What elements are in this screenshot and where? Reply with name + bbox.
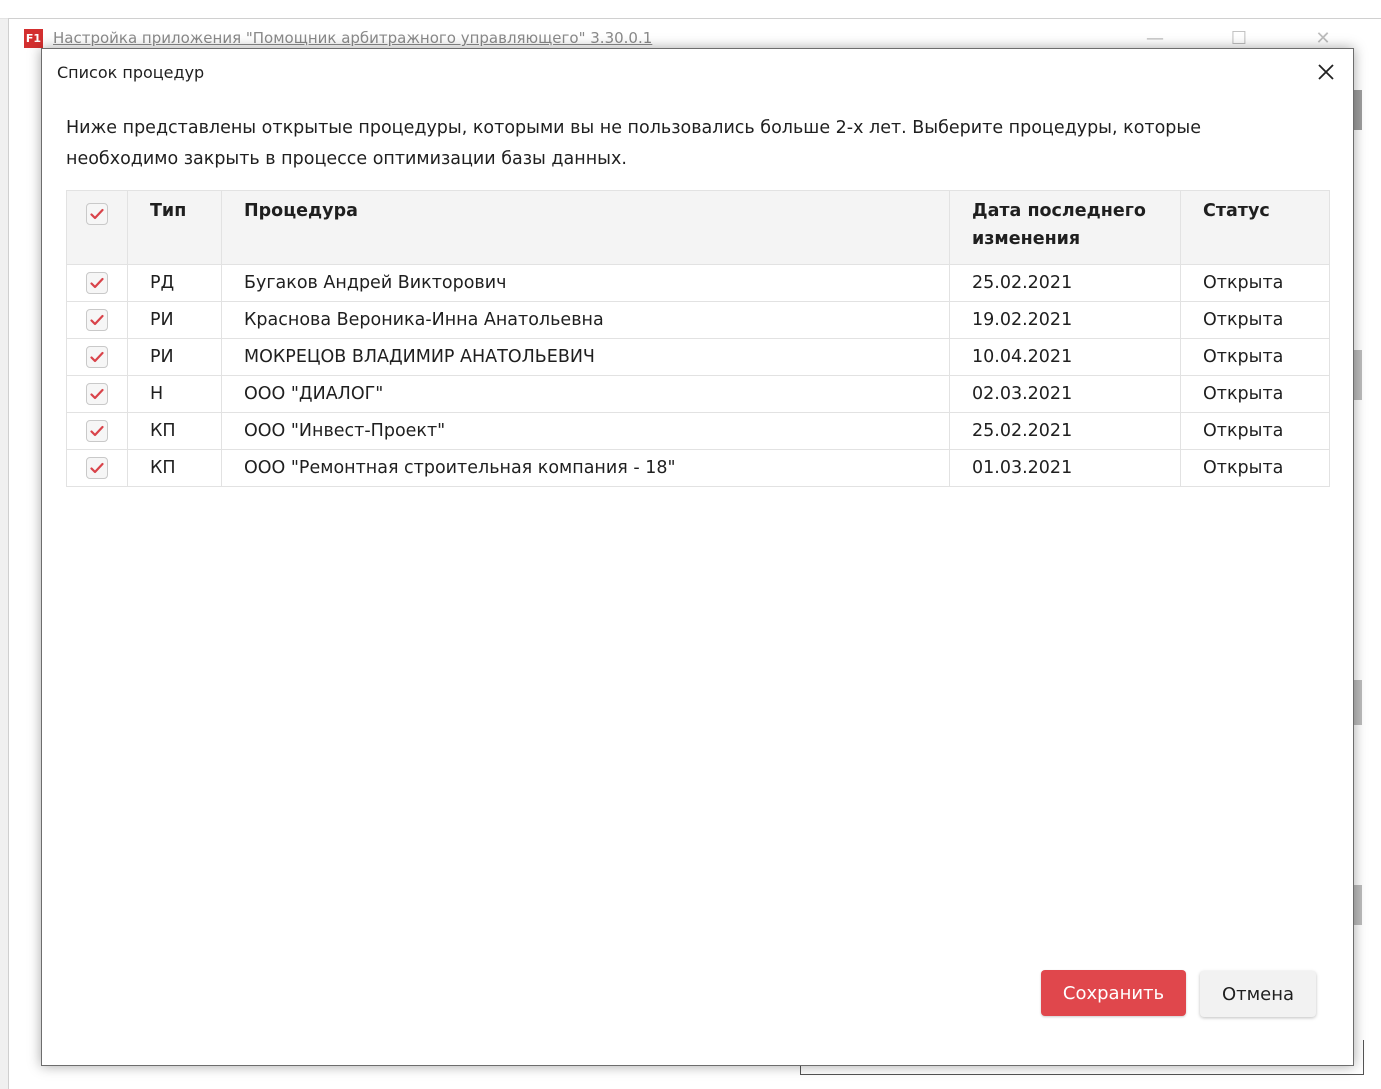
table-header-row: Тип Процедура Дата последнего изменения … <box>66 190 1330 265</box>
table-row[interactable]: РИ МОКРЕЦОВ ВЛАДИМИР АНАТОЛЬЕВИЧ 10.04.2… <box>66 338 1330 376</box>
row-checkbox[interactable] <box>86 457 108 479</box>
select-all-checkbox[interactable] <box>86 203 108 225</box>
cell-procedure: ООО "Инвест-Проект" <box>221 412 950 450</box>
cell-procedure: МОКРЕЦОВ ВЛАДИМИР АНАТОЛЬЕВИЧ <box>221 338 950 376</box>
dialog-description: Ниже представлены открытые процедуры, ко… <box>66 118 1201 169</box>
table-row[interactable]: КП ООО "Ремонтная строительная компания … <box>66 449 1330 487</box>
row-checkbox-cell <box>66 301 128 339</box>
background-top-strip <box>0 0 1381 19</box>
cell-type: КП <box>127 412 222 450</box>
cell-type: КП <box>127 449 222 487</box>
table-row[interactable]: КП ООО "Инвест-Проект" 25.02.2021 Открыт… <box>66 412 1330 450</box>
cell-date: 02.03.2021 <box>949 375 1181 413</box>
close-icon[interactable] <box>1313 59 1339 85</box>
row-checkbox[interactable] <box>86 420 108 442</box>
row-checkbox[interactable] <box>86 272 108 294</box>
cell-procedure: ООО "Ремонтная строительная компания - 1… <box>221 449 950 487</box>
column-header-type[interactable]: Тип <box>127 190 222 265</box>
cell-status: Открыта <box>1180 338 1330 376</box>
cell-procedure: Бугаков Андрей Викторович <box>221 264 950 302</box>
table-row[interactable]: РД Бугаков Андрей Викторович 25.02.2021 … <box>66 264 1330 302</box>
cell-status: Открыта <box>1180 375 1330 413</box>
table-row[interactable]: Н ООО "ДИАЛОГ" 02.03.2021 Открыта <box>66 375 1330 413</box>
dialog-title: Список процедур <box>57 63 205 82</box>
select-all-cell <box>66 190 128 265</box>
column-header-status[interactable]: Статус <box>1180 190 1330 265</box>
cell-type: Н <box>127 375 222 413</box>
cell-status: Открыта <box>1180 301 1330 339</box>
cell-status: Открыта <box>1180 449 1330 487</box>
cell-type: РИ <box>127 338 222 376</box>
app-icon: F1 <box>24 28 43 48</box>
column-header-procedure[interactable]: Процедура <box>221 190 950 265</box>
row-checkbox-cell <box>66 338 128 376</box>
cell-type: РИ <box>127 301 222 339</box>
cell-date: 10.04.2021 <box>949 338 1181 376</box>
cell-status: Открыта <box>1180 412 1330 450</box>
procedures-table: Тип Процедура Дата последнего изменения … <box>66 190 1330 487</box>
parent-window-title: Настройка приложения "Помощник арбитражн… <box>53 29 653 47</box>
row-checkbox[interactable] <box>86 346 108 368</box>
cell-date: 19.02.2021 <box>949 301 1181 339</box>
cell-date: 25.02.2021 <box>949 412 1181 450</box>
procedures-dialog: Список процедур Ниже представлены открыт… <box>41 48 1354 1066</box>
row-checkbox-cell <box>66 264 128 302</box>
save-button[interactable]: Сохранить <box>1041 970 1186 1016</box>
column-header-date[interactable]: Дата последнего изменения <box>949 190 1181 265</box>
row-checkbox-cell <box>66 375 128 413</box>
cancel-button[interactable]: Отмена <box>1200 971 1316 1017</box>
cell-status: Открыта <box>1180 264 1330 302</box>
cell-procedure: ООО "ДИАЛОГ" <box>221 375 950 413</box>
row-checkbox-cell <box>66 412 128 450</box>
table-row[interactable]: РИ Краснова Вероника-Инна Анатольевна 19… <box>66 301 1330 339</box>
cell-type: РД <box>127 264 222 302</box>
row-checkbox-cell <box>66 449 128 487</box>
row-checkbox[interactable] <box>86 309 108 331</box>
cell-procedure: Краснова Вероника-Инна Анатольевна <box>221 301 950 339</box>
cell-date: 25.02.2021 <box>949 264 1181 302</box>
row-checkbox[interactable] <box>86 383 108 405</box>
cell-date: 01.03.2021 <box>949 449 1181 487</box>
